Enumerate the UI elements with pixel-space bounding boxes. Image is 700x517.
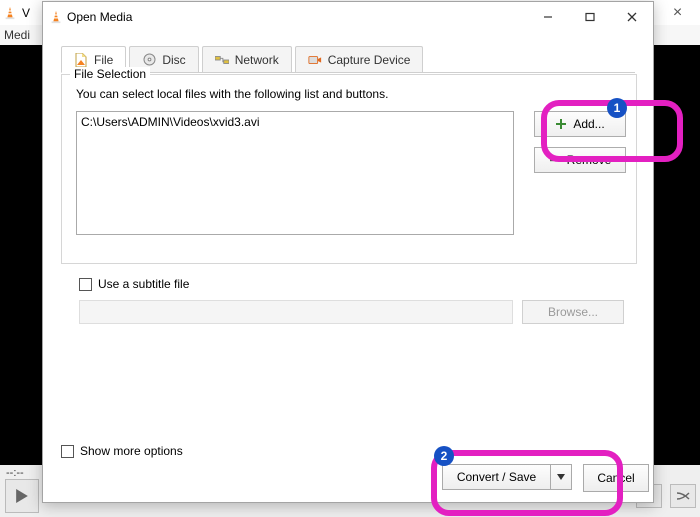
checkbox-label: Use a subtitle file — [98, 277, 189, 291]
remove-button[interactable]: Remove — [534, 147, 626, 173]
time-elapsed: --:-- — [6, 467, 24, 479]
dropdown-arrow[interactable] — [551, 464, 572, 490]
button-label: Cancel — [597, 471, 634, 485]
disc-icon — [142, 53, 156, 67]
convert-save-button[interactable]: Convert / Save — [442, 464, 572, 490]
checkbox-icon[interactable] — [61, 445, 74, 458]
dialog-title: Open Media — [67, 10, 132, 24]
dialog-titlebar: Open Media — [43, 2, 653, 32]
add-button[interactable]: Add... — [534, 111, 626, 137]
parent-close-icon[interactable]: × — [655, 0, 700, 25]
tab-label: Network — [235, 53, 279, 67]
parent-window-title: V — [22, 6, 30, 20]
file-selection-group: File Selection You can select local file… — [61, 74, 637, 264]
minimize-button[interactable] — [527, 2, 569, 32]
browse-button: Browse... — [522, 300, 624, 324]
tab-label: File — [94, 53, 113, 67]
use-subtitle-checkbox[interactable]: Use a subtitle file — [79, 277, 189, 291]
button-label: Browse... — [548, 305, 598, 319]
file-list[interactable]: C:\Users\ADMIN\Videos\xvid3.avi — [76, 111, 514, 235]
capture-icon — [308, 53, 322, 67]
button-label: Add... — [573, 117, 604, 131]
network-icon — [215, 53, 229, 67]
close-button[interactable] — [611, 2, 653, 32]
button-label: Remove — [567, 153, 612, 167]
tab-label: Disc — [162, 53, 185, 67]
file-icon — [74, 53, 88, 67]
play-button[interactable] — [5, 479, 39, 513]
file-list-item[interactable]: C:\Users\ADMIN\Videos\xvid3.avi — [81, 115, 509, 129]
annotation-number-2: 2 — [434, 446, 454, 466]
show-more-options-checkbox[interactable]: Show more options — [61, 444, 183, 458]
subtitle-path-field — [79, 300, 513, 324]
cancel-button[interactable]: Cancel — [583, 464, 649, 492]
menu-media[interactable]: Medi — [4, 28, 30, 42]
checkbox-icon[interactable] — [79, 278, 92, 291]
minus-icon — [549, 154, 561, 166]
group-label: File Selection — [70, 67, 150, 81]
maximize-button[interactable] — [569, 2, 611, 32]
tab-capture[interactable]: Capture Device — [295, 46, 424, 72]
tab-label: Capture Device — [328, 53, 411, 67]
open-media-dialog: Open Media File Disc — [42, 1, 654, 503]
vlc-cone-icon — [49, 10, 63, 24]
tab-network[interactable]: Network — [202, 46, 292, 72]
plus-icon — [555, 118, 567, 130]
checkbox-label: Show more options — [80, 444, 183, 458]
shuffle-icon[interactable] — [670, 484, 696, 508]
chevron-down-icon — [557, 474, 565, 480]
file-selection-hint: You can select local files with the foll… — [76, 87, 388, 101]
button-label[interactable]: Convert / Save — [442, 464, 551, 490]
vlc-cone-icon — [3, 6, 17, 20]
